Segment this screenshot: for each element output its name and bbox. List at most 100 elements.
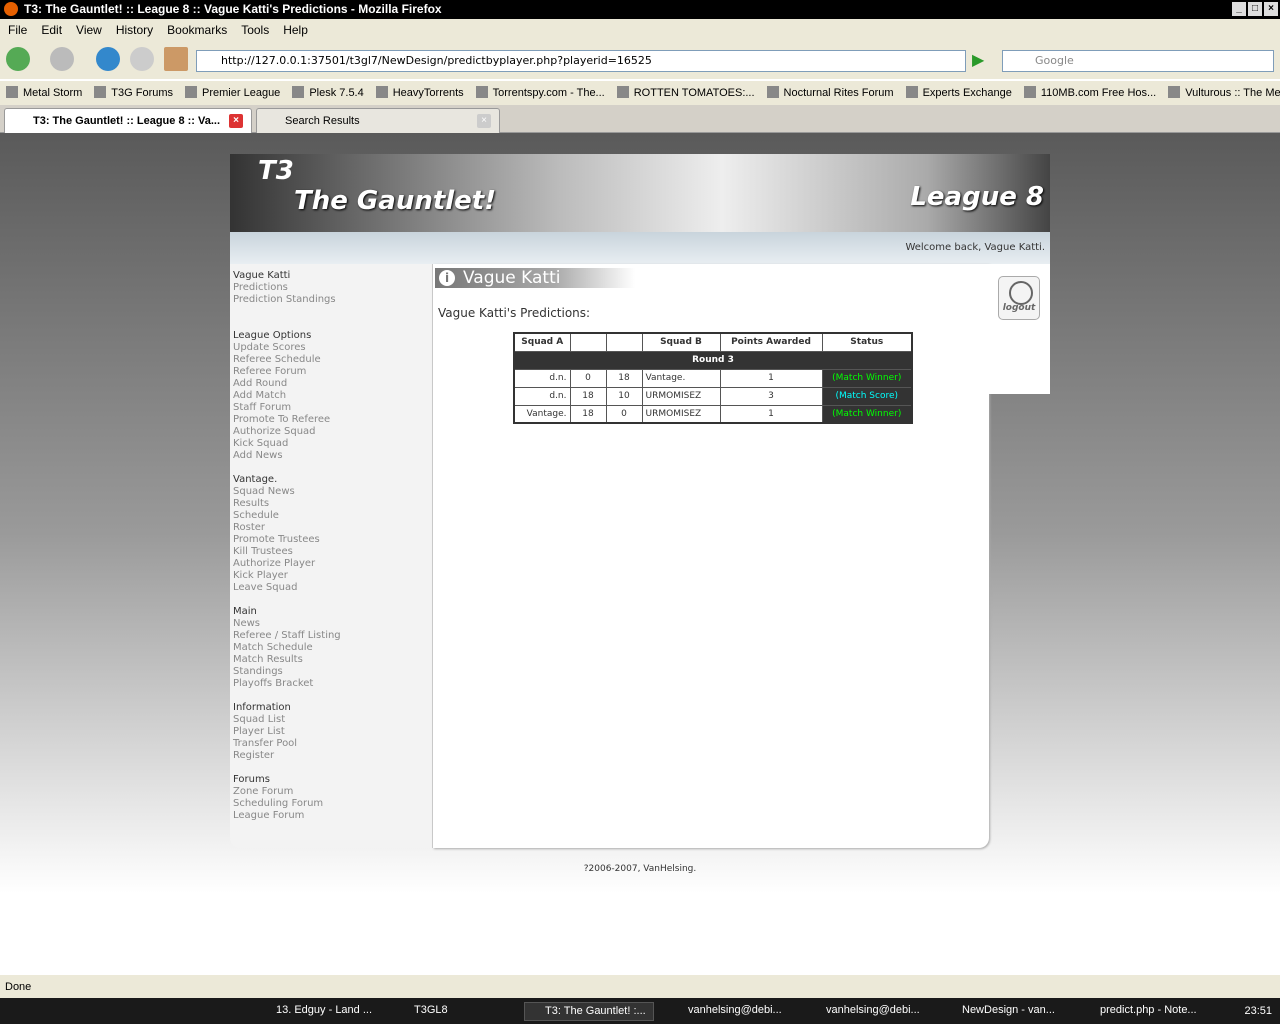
menu-file[interactable]: File [8, 23, 27, 37]
sidebar-link[interactable]: Match Schedule [233, 642, 429, 654]
taskbar-item[interactable]: NewDesign - van... [942, 1002, 1072, 1021]
tab-search-results[interactable]: Search Results × [256, 108, 500, 133]
table-row: d.n. 18 10 URMOMISEZ 3 (Match Score) [513, 386, 913, 406]
sidebar-link[interactable]: Squad News [233, 486, 429, 498]
close-button[interactable]: × [1264, 2, 1278, 16]
sidebar-link[interactable]: Roster [233, 522, 429, 534]
bookmark-item[interactable]: Metal Storm [6, 86, 82, 100]
home-icon[interactable] [164, 47, 188, 71]
sidebar-group: Vague Katti Predictions Prediction Standin… [233, 270, 429, 306]
cell-sa: 18 [569, 386, 607, 406]
sidebar-link[interactable]: Referee / Staff Listing [233, 630, 429, 642]
sidebar-link[interactable]: Prediction Standings [233, 294, 429, 306]
cell-status[interactable]: (Match Score) [821, 386, 913, 406]
sidebar-group: Vantage. Squad News Results Schedule Roster P… [233, 474, 429, 594]
cell-a: d.n. [513, 386, 571, 406]
sidebar-link[interactable]: News [233, 618, 429, 630]
sidebar-link[interactable]: Update Scores [233, 342, 429, 354]
go-icon[interactable]: ▶ [972, 50, 992, 70]
bookmark-item[interactable]: HeavyTorrents [376, 86, 464, 100]
sidebar-link[interactable]: Scheduling Forum [233, 798, 429, 810]
sidebar-link[interactable]: Add Round [233, 378, 429, 390]
page-heading-text: Vague Katti [463, 268, 561, 288]
bookmark-item[interactable]: 110MB.com Free Hos... [1024, 86, 1156, 100]
sidebar-link[interactable]: Transfer Pool [233, 738, 429, 750]
bookmark-item[interactable]: Torrentspy.com - The... [476, 86, 605, 100]
sidebar-link[interactable]: Zone Forum [233, 786, 429, 798]
column-header: Points Awarded [719, 332, 823, 352]
bookmark-item[interactable]: Premier League [185, 86, 280, 100]
search-input[interactable]: Google [1002, 50, 1274, 72]
sidebar-link[interactable]: Results [233, 498, 429, 510]
taskbar-item[interactable]: T3: The Gauntlet! :... [524, 1002, 654, 1021]
bookmark-item[interactable]: Experts Exchange [906, 86, 1012, 100]
close-tab-icon[interactable]: × [477, 114, 491, 128]
reload-icon[interactable] [96, 47, 120, 71]
sidebar-link[interactable]: Add News [233, 450, 429, 462]
sidebar-link[interactable]: Referee Forum [233, 366, 429, 378]
logout-panel: logout [989, 264, 1050, 394]
bookmark-item[interactable]: T3G Forums [94, 86, 173, 100]
stop-icon[interactable] [130, 47, 154, 71]
back-icon[interactable] [6, 47, 30, 71]
menu-help[interactable]: Help [283, 23, 308, 37]
sidebar-link[interactable]: Kick Player [233, 570, 429, 582]
cell-status[interactable]: (Match Winner) [821, 404, 913, 424]
taskbar-item[interactable]: T3GL8 [394, 1002, 514, 1021]
round-header: Round 3 [513, 350, 913, 370]
sidebar-link[interactable]: Referee Schedule [233, 354, 429, 366]
taskbar-item[interactable]: vanhelsing@debi... [806, 1002, 936, 1021]
sidebar-link[interactable]: Playoffs Bracket [233, 678, 429, 690]
sidebar-link[interactable]: Player List [233, 726, 429, 738]
sidebar-link[interactable]: Staff Forum [233, 402, 429, 414]
sidebar-link[interactable]: Standings [233, 666, 429, 678]
sidebar-link[interactable]: Vague Katti [233, 270, 429, 282]
site-banner: T3 The Gauntlet! League 8 [230, 154, 1050, 232]
sidebar-link[interactable]: Match Results [233, 654, 429, 666]
predictions-table: Squad A Squad B Points Awarded Status Round… [513, 332, 913, 424]
sidebar-group: Main News Referee / Staff Listing Match Sch… [233, 606, 429, 690]
taskbar-item[interactable]: vanhelsing@debi... [668, 1002, 798, 1021]
sidebar-link[interactable]: League Forum [233, 810, 429, 822]
tab-active[interactable]: T3: The Gauntlet! :: League 8 :: Va... × [4, 108, 252, 133]
menu-history[interactable]: History [116, 23, 153, 37]
sidebar-link[interactable]: Predictions [233, 282, 429, 294]
cell-pts: 1 [719, 368, 823, 388]
sidebar-link[interactable]: Squad List [233, 714, 429, 726]
menu-tools[interactable]: Tools [241, 23, 269, 37]
sidebar-link[interactable]: Authorize Player [233, 558, 429, 570]
menu-bookmarks[interactable]: Bookmarks [167, 23, 227, 37]
menu-edit[interactable]: Edit [41, 23, 62, 37]
sidebar-link[interactable]: Schedule [233, 510, 429, 522]
taskbar-item[interactable]: 13. Edguy - Land ... [256, 1002, 386, 1021]
page-content: T3 The Gauntlet! League 8 Welcome back, … [0, 133, 1280, 975]
logout-button[interactable]: logout [998, 276, 1040, 320]
sidebar-link[interactable]: Leave Squad [233, 582, 429, 594]
sidebar-link[interactable]: Kill Trustees [233, 546, 429, 558]
taskbar-item[interactable]: predict.php - Note... [1080, 1002, 1210, 1021]
column-header: Status [821, 332, 913, 352]
url-input[interactable]: http://127.0.0.1:37501/t3gl7/NewDesign/p… [196, 50, 966, 72]
bookmark-item[interactable]: Plesk 7.5.4 [292, 86, 363, 100]
bookmark-item[interactable]: Nocturnal Rites Forum [767, 86, 894, 100]
clock: 23:51 [1244, 1005, 1272, 1017]
menu-view[interactable]: View [76, 23, 102, 37]
sidebar-link[interactable]: Authorize Squad [233, 426, 429, 438]
sidebar-link[interactable]: Kick Squad [233, 438, 429, 450]
column-header: Squad A [513, 332, 571, 352]
forward-icon[interactable] [50, 47, 74, 71]
bookmark-item[interactable]: Vulturous :: The Meta... [1168, 86, 1280, 100]
sidebar-link[interactable]: Add Match [233, 390, 429, 402]
cell-b: Vantage. [641, 368, 721, 388]
bookmark-item[interactable]: ROTTEN TOMATOES:... [617, 86, 755, 100]
sidebar-link[interactable]: Register [233, 750, 429, 762]
sidebar-link[interactable]: Promote Trustees [233, 534, 429, 546]
column-header [605, 332, 643, 352]
table-row: Vantage. 18 0 URMOMISEZ 1 (Match Winner) [513, 404, 913, 424]
sidebar-link[interactable]: Promote To Referee [233, 414, 429, 426]
maximize-button[interactable]: □ [1248, 2, 1262, 16]
cell-status[interactable]: (Match Winner) [821, 368, 913, 388]
minimize-button[interactable]: _ [1232, 2, 1246, 16]
banner-league: League 8 [910, 182, 1044, 212]
close-tab-icon[interactable]: × [229, 114, 243, 128]
